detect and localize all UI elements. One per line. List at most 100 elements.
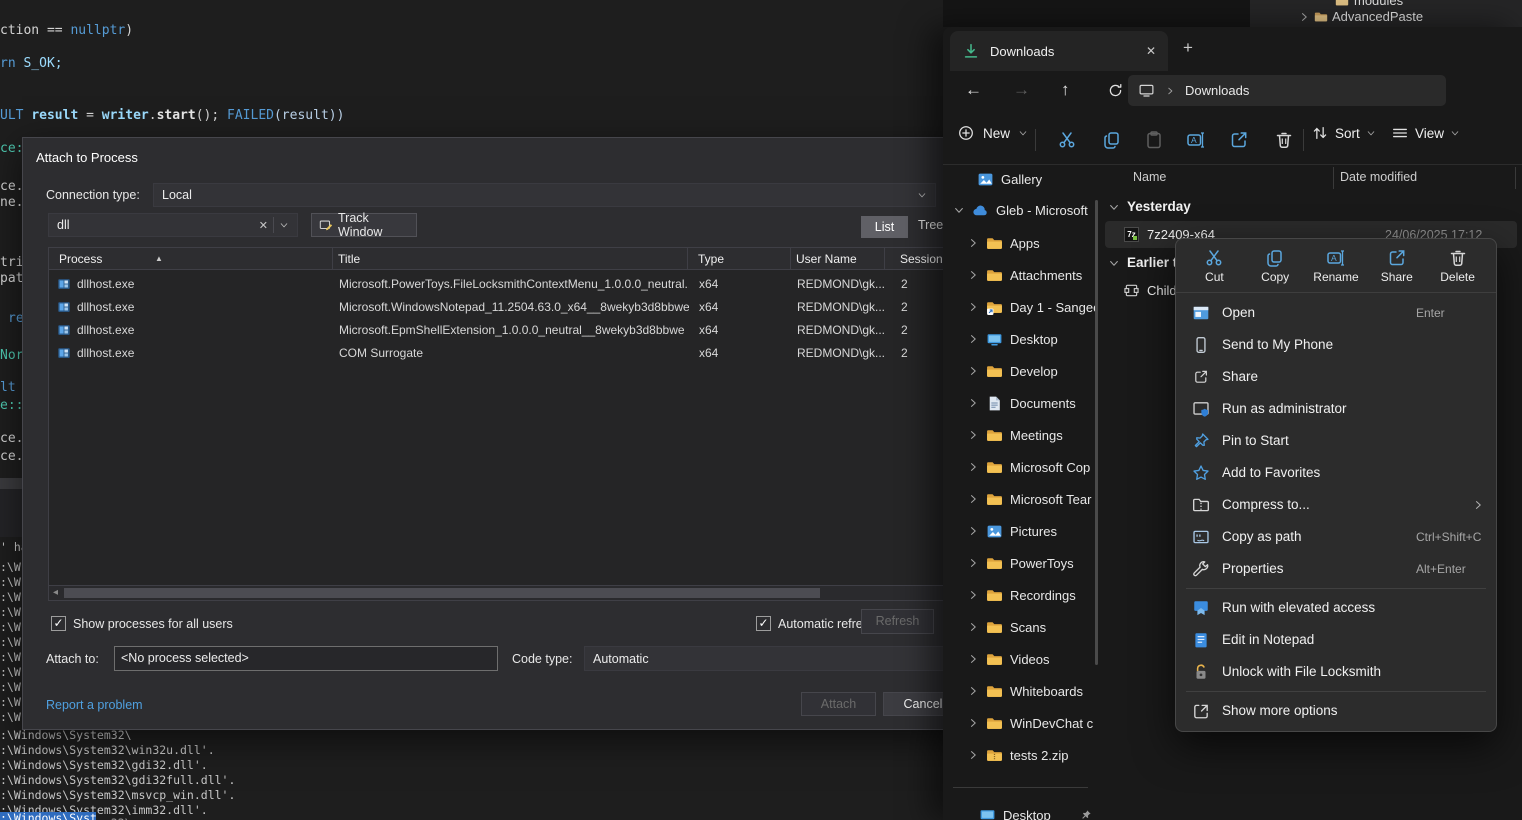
menu-item-share[interactable]: Share bbox=[1176, 361, 1496, 393]
chevron-down-icon[interactable] bbox=[1108, 257, 1120, 269]
chevron-right-icon[interactable] bbox=[967, 269, 979, 281]
clear-filter-icon[interactable]: ✕ bbox=[259, 219, 268, 232]
menu-item-properties[interactable]: PropertiesAlt+Enter bbox=[1176, 553, 1496, 585]
up-icon[interactable]: ↑ bbox=[1061, 80, 1070, 100]
rename-button[interactable]: Rename bbox=[1307, 248, 1365, 284]
new-tab-icon[interactable]: + bbox=[1183, 38, 1193, 58]
menu-item-open[interactable]: OpenEnter bbox=[1176, 297, 1496, 329]
chevron-right-icon[interactable] bbox=[967, 525, 979, 537]
chevron-right-icon[interactable] bbox=[967, 429, 979, 441]
column-header-user[interactable]: User Name bbox=[796, 248, 857, 270]
copy-button[interactable]: Copy bbox=[1246, 248, 1304, 284]
sidebar-item-microsoft-copilot[interactable]: Microsoft Cop bbox=[943, 452, 1095, 482]
chevron-right-icon[interactable] bbox=[967, 589, 979, 601]
connection-type-select[interactable]: Local bbox=[153, 183, 936, 207]
forward-icon[interactable]: → bbox=[1013, 80, 1030, 100]
menu-item-show-more-options[interactable]: Show more options bbox=[1176, 695, 1496, 727]
table-row[interactable]: dllhost.exe COM Surrogate x64 REDMOND\gk… bbox=[49, 342, 977, 365]
chevron-right-icon[interactable] bbox=[967, 685, 979, 697]
refresh-button[interactable]: Refresh bbox=[861, 609, 934, 634]
track-window-button[interactable]: Track Window bbox=[311, 213, 417, 237]
sidebar-item-attachments[interactable]: Attachments bbox=[943, 260, 1095, 290]
sidebar-item-documents[interactable]: Documents bbox=[943, 388, 1095, 418]
horizontal-scrollbar[interactable]: ◂ bbox=[49, 585, 977, 600]
tree-view-button[interactable]: Tree bbox=[918, 218, 943, 232]
delete-icon[interactable] bbox=[1274, 130, 1294, 150]
chevron-right-icon[interactable] bbox=[967, 717, 979, 729]
sidebar-scrollbar[interactable] bbox=[1095, 200, 1098, 665]
table-row[interactable]: dllhost.exe Microsoft.PowerToys.FileLock… bbox=[49, 273, 977, 296]
column-header-type[interactable]: Type bbox=[698, 248, 724, 270]
scrollbar-thumb[interactable] bbox=[64, 588, 820, 598]
sidebar-item-pictures[interactable]: Pictures bbox=[943, 516, 1095, 546]
delete-button[interactable]: Delete bbox=[1429, 248, 1487, 284]
refresh-icon[interactable] bbox=[1107, 82, 1124, 99]
sidebar-item-meetings[interactable]: Meetings bbox=[943, 420, 1095, 450]
sidebar-item-videos[interactable]: Videos bbox=[943, 644, 1095, 674]
share-button[interactable]: Share bbox=[1368, 248, 1426, 284]
menu-item-run-with-elevated-access[interactable]: Run with elevated access bbox=[1176, 592, 1496, 624]
sidebar-item-tests-zip[interactable]: tests 2.zip bbox=[943, 740, 1095, 770]
chevron-right-icon[interactable] bbox=[1298, 11, 1310, 23]
sort-button[interactable]: Sort bbox=[1311, 124, 1376, 142]
column-header-title[interactable]: Title bbox=[338, 248, 360, 270]
code-type-select[interactable]: Automatic bbox=[584, 646, 979, 671]
share-icon[interactable] bbox=[1229, 130, 1249, 150]
copy-icon[interactable] bbox=[1102, 130, 1122, 150]
tab-downloads[interactable]: Downloads ✕ bbox=[950, 31, 1168, 71]
show-processes-checkbox[interactable]: ✓ bbox=[51, 616, 66, 631]
chevron-right-icon[interactable] bbox=[967, 237, 979, 249]
auto-refresh-checkbox[interactable]: ✓ bbox=[756, 616, 771, 631]
paste-icon[interactable] bbox=[1144, 130, 1164, 150]
sidebar-item-powertoys[interactable]: PowerToys bbox=[943, 548, 1095, 578]
group-header-yesterday[interactable]: Yesterday bbox=[1108, 199, 1191, 214]
sidebar-item-apps[interactable]: Apps bbox=[943, 228, 1095, 258]
chevron-right-icon[interactable] bbox=[967, 397, 979, 409]
report-problem-link[interactable]: Report a problem bbox=[46, 698, 143, 712]
chevron-right-icon[interactable] bbox=[967, 301, 979, 313]
column-header-name[interactable]: Name bbox=[1133, 170, 1166, 184]
chevron-down-icon[interactable] bbox=[953, 204, 965, 216]
close-tab-icon[interactable]: ✕ bbox=[1146, 44, 1156, 58]
menu-item-copy-as-path[interactable]: Copy as pathCtrl+Shift+C bbox=[1176, 521, 1496, 553]
group-header-earlier[interactable]: Earlier t bbox=[1108, 255, 1177, 270]
rename-icon[interactable] bbox=[1186, 130, 1206, 150]
attach-button[interactable]: Attach bbox=[801, 692, 876, 716]
view-button[interactable]: View bbox=[1391, 124, 1460, 142]
sidebar-item-desktop[interactable]: Desktop bbox=[943, 324, 1095, 354]
menu-item-run-as-administrator[interactable]: Run as administrator bbox=[1176, 393, 1496, 425]
chevron-down-icon[interactable] bbox=[1108, 201, 1120, 213]
menu-item-unlock-file-locksmith[interactable]: Unlock with File Locksmith bbox=[1176, 656, 1496, 688]
menu-item-add-to-favorites[interactable]: Add to Favorites bbox=[1176, 457, 1496, 489]
sidebar-item-onedrive[interactable]: Gleb - Microsoft bbox=[943, 195, 1095, 225]
chevron-right-icon[interactable] bbox=[967, 365, 979, 377]
cut-icon[interactable] bbox=[1057, 130, 1077, 150]
back-icon[interactable]: ← bbox=[965, 80, 982, 100]
this-pc-icon[interactable] bbox=[1138, 82, 1155, 99]
tree-item-advancedpaste[interactable]: AdvancedPaste bbox=[1298, 9, 1423, 24]
chevron-right-icon[interactable] bbox=[967, 333, 979, 345]
chevron-right-icon[interactable] bbox=[967, 653, 979, 665]
menu-item-compress-to[interactable]: Compress to... bbox=[1176, 489, 1496, 521]
breadcrumb[interactable]: Downloads bbox=[1128, 75, 1446, 106]
column-header-session[interactable]: Session bbox=[900, 248, 943, 270]
sidebar-item-day1[interactable]: Day 1 - Sangee bbox=[943, 292, 1095, 322]
menu-item-pin-to-start[interactable]: Pin to Start bbox=[1176, 425, 1496, 457]
list-view-button[interactable]: List bbox=[861, 216, 908, 238]
chevron-right-icon[interactable] bbox=[967, 493, 979, 505]
new-button[interactable]: New bbox=[957, 124, 1028, 142]
chevron-right-icon[interactable] bbox=[967, 621, 979, 633]
sidebar-item-windevchat[interactable]: WinDevChat c bbox=[943, 708, 1095, 738]
sidebar-item-microsoft-teams[interactable]: Microsoft Tear bbox=[943, 484, 1095, 514]
column-header-date-modified[interactable]: Date modified bbox=[1340, 170, 1417, 184]
breadcrumb-item[interactable]: Downloads bbox=[1185, 83, 1249, 98]
sidebar-item-desktop-pinned[interactable]: Desktop bbox=[943, 800, 1095, 820]
column-header-process[interactable]: Process bbox=[59, 248, 102, 270]
chevron-right-icon[interactable] bbox=[967, 461, 979, 473]
menu-item-edit-in-notepad[interactable]: Edit in Notepad bbox=[1176, 624, 1496, 656]
table-row[interactable]: dllhost.exe Microsoft.WindowsNotepad_11.… bbox=[49, 296, 977, 319]
sidebar-item-scans[interactable]: Scans bbox=[943, 612, 1095, 642]
sidebar-item-whiteboards[interactable]: Whiteboards bbox=[943, 676, 1095, 706]
process-filter-input[interactable]: dll ✕ bbox=[48, 213, 298, 237]
sidebar-item-gallery[interactable]: Gallery bbox=[943, 164, 1095, 194]
